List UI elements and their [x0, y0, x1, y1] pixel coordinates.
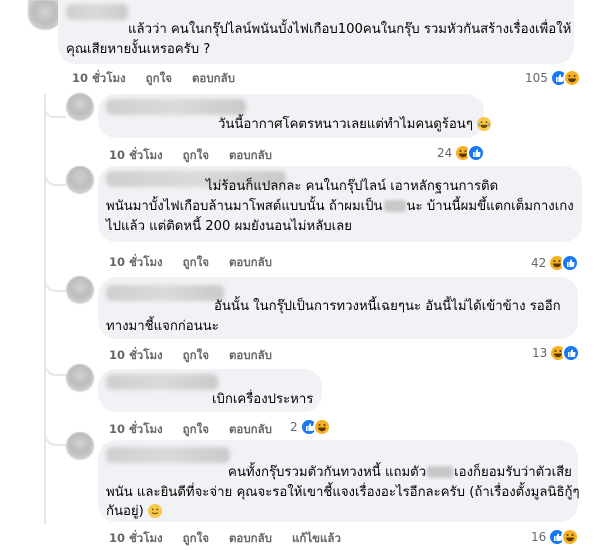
comment-text: เบิกเครื่องประหาร	[212, 392, 314, 407]
reply-button[interactable]: ตอบกลับ	[229, 531, 272, 545]
like-button[interactable]: ถูกใจ	[183, 255, 209, 269]
comment-text-content: นะ บ้านนี้ผมขึ้แตกเต็มกางเกง	[406, 199, 574, 214]
comment-time[interactable]: 10 ชั่วโมง	[109, 255, 163, 269]
comment-time[interactable]: 10 ชั่วโมง	[109, 422, 163, 436]
like-button[interactable]: ถูกใจ	[183, 531, 209, 545]
like-button[interactable]: ถูกใจ	[183, 422, 209, 436]
thread-line	[44, 94, 46, 524]
thread-branch	[44, 432, 66, 446]
comment-time[interactable]: 10 ชั่วโมง	[109, 348, 163, 362]
reaction-count: 2	[290, 420, 298, 434]
reply-button[interactable]: ตอบกลับ	[229, 148, 272, 162]
like-reaction-icon	[562, 344, 581, 362]
haha-reaction-icon	[561, 528, 580, 546]
comment-text: คุณเสียหายงั้นเหรอครับ ?	[66, 42, 211, 57]
smile-emoji-icon	[148, 504, 162, 518]
comment-actions: 10 ชั่วโมง ถูกใจ ตอบกลับ แก้ไขแล้ว	[109, 530, 357, 548]
comment-text: พนันมาบั้งไฟเกือบล้านมาโพสต์แบบนั้น ถ้าผ…	[106, 198, 574, 215]
reply-button[interactable]: ตอบกลับ	[192, 71, 235, 85]
haha-reaction-icon	[312, 418, 331, 436]
comment-text: วันนี้อากาศโคตรหนาวเลยแต่ทำไมคนดูร้อนๆ	[218, 116, 492, 133]
avatar[interactable]	[28, 0, 62, 30]
comment-bubble: แล้วว่า คนในกรุ๊ปไลน์พนันบั้งไฟเกือบ100ค…	[58, 0, 574, 64]
comment-time[interactable]: 10 ชั่วโมง	[109, 531, 163, 545]
comment-text-content: เองก็ยอมรับว่าตัวเสีย	[454, 465, 572, 480]
comment-actions: 10 ชั่วโมง ถูกใจ ตอบกลับ	[109, 347, 288, 365]
comment-text-content: วันนี้อากาศโคตรหนาวเลยแต่ทำไมคนดูร้อนๆ	[218, 117, 473, 132]
avatar[interactable]	[66, 432, 94, 460]
avatar[interactable]	[66, 166, 94, 194]
like-reaction-icon	[467, 144, 486, 162]
laugh-tears-emoji-icon	[477, 117, 492, 131]
comment-time[interactable]: 10 ชั่วโมง	[109, 148, 163, 162]
reply-button[interactable]: ตอบกลับ	[229, 255, 272, 269]
comment-bubble: อันนั้น ในกรุ๊ปเป็นการทวงหนี้เฉยๆนะ อันน…	[98, 277, 578, 339]
redacted-text	[427, 466, 454, 478]
reaction-summary[interactable]: 42	[531, 254, 580, 272]
reaction-count: 13	[532, 346, 548, 360]
commenter-name[interactable]	[66, 4, 128, 20]
comment-actions: 10 ชั่วโมง ถูกใจ ตอบกลับ	[109, 254, 288, 272]
avatar[interactable]	[66, 364, 94, 392]
comment-text: ทางมาชี้แจกก่อนนะ	[106, 319, 219, 334]
avatar[interactable]	[66, 93, 94, 121]
thread-branch	[44, 108, 66, 118]
comment-text-content: กันอยู่)	[106, 504, 144, 519]
comment-text-content: คนทั้งกรุ๊บรวมตัวกันทวงหนี้ แถมตัว	[228, 465, 427, 480]
commenter-name[interactable]	[106, 447, 230, 463]
edited-label[interactable]: แก้ไขแล้ว	[292, 531, 341, 545]
comment-text-content: พนันมาบั้งไฟเกือบล้านมาโพสต์แบบนั้น ถ้าผ…	[106, 199, 383, 214]
comment-text: ไม่ร้อนก็แปลกละ คนในกรุ๊ปไลน์ เอาหลักฐาน…	[206, 179, 499, 194]
reaction-count: 105	[525, 71, 548, 85]
reaction-summary[interactable]: 16	[531, 528, 580, 546]
reaction-count: 42	[531, 256, 547, 270]
comment-text: คนทั้งกรุ๊บรวมตัวกันทวงหนี้ แถมตัว เองก็ย…	[228, 464, 572, 481]
reaction-summary[interactable]: 2	[290, 418, 331, 436]
thread-branch	[44, 362, 66, 376]
reaction-summary[interactable]: 13	[532, 344, 581, 362]
reply-button[interactable]: ตอบกลับ	[229, 348, 272, 362]
redacted-text	[383, 200, 406, 212]
commenter-name[interactable]	[106, 99, 246, 115]
reply-button[interactable]: ตอบกลับ	[229, 422, 272, 436]
comment-text: พนัน และยินดีที่จะจ่าย คุณจะรอให้เขาชี้แ…	[106, 485, 580, 500]
like-button[interactable]: ถูกใจ	[183, 148, 209, 162]
reaction-summary[interactable]: 24	[437, 144, 486, 162]
like-button[interactable]: ถูกใจ	[146, 71, 172, 85]
haha-reaction-icon	[562, 69, 581, 87]
comment-actions: 10 ชั่วโมง ถูกใจ ตอบกลับ	[109, 421, 288, 439]
comment-actions: 10 ชั่วโมง ถูกใจ ตอบกลับ	[72, 70, 251, 88]
thread-branch	[44, 278, 66, 292]
comment-text: อันนั้น ในกรุ๊ปเป็นการทวงหนี้เฉยๆนะ อันน…	[214, 299, 561, 314]
comment-bubble: ไม่ร้อนก็แปลกละ คนในกรุ๊ปไลน์ เอาหลักฐาน…	[98, 166, 582, 242]
comment-bubble: เบิกเครื่องประหาร	[98, 369, 322, 412]
commenter-name[interactable]	[106, 374, 218, 390]
comment-bubble: วันนี้อากาศโคตรหนาวเลยแต่ทำไมคนดูร้อนๆ	[98, 94, 492, 138]
commenter-name[interactable]	[106, 285, 224, 301]
avatar[interactable]	[66, 276, 94, 304]
comment-bubble: คนทั้งกรุ๊บรวมตัวกันทวงหนี้ แถมตัว เองก็ย…	[98, 440, 580, 522]
comment-text: ไปแล้ว แต่ติดหนี้ 200 ผมยังนอนไม่หลับเลย	[106, 219, 352, 234]
like-button[interactable]: ถูกใจ	[183, 348, 209, 362]
reaction-count: 16	[531, 530, 547, 544]
thread-branch	[44, 168, 66, 186]
comment-time[interactable]: 10 ชั่วโมง	[72, 71, 126, 85]
comment-text: กันอยู่)	[106, 503, 162, 520]
reaction-count: 24	[437, 146, 453, 160]
comment-text: แล้วว่า คนในกรุ๊ปไลน์พนันบั้งไฟเกือบ100ค…	[128, 22, 572, 37]
like-reaction-icon	[561, 254, 580, 272]
reaction-summary[interactable]: 105	[525, 69, 581, 87]
comment-actions: 10 ชั่วโมง ถูกใจ ตอบกลับ	[109, 147, 288, 165]
